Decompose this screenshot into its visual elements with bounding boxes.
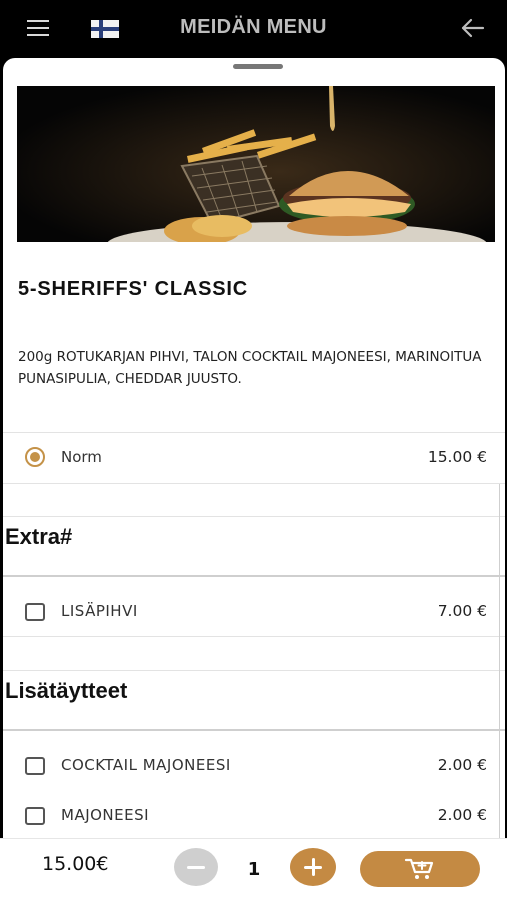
- product-description: 200g ROTUKARJAN PIHVI, TALON COCKTAIL MA…: [18, 349, 482, 387]
- size-option-label: Norm: [61, 448, 102, 466]
- extra-option-lisapihvi[interactable]: LISÄPIHVI 7.00 €: [3, 588, 501, 636]
- divider: [3, 483, 505, 484]
- product-title: 5-SHERIFFS' CLASSIC: [18, 278, 248, 300]
- arrow-left-icon[interactable]: [458, 15, 488, 41]
- top-bar: MEIDÄN MENU: [0, 0, 507, 58]
- plus-icon[interactable]: [290, 848, 336, 886]
- section-divider: [3, 729, 505, 731]
- add-to-cart-icon: [404, 858, 434, 879]
- total-price: 15.00€: [42, 853, 109, 875]
- topping-option-majoneesi[interactable]: MAJONEESI 2.00 €: [3, 792, 501, 840]
- section-title-extra: Extra#: [5, 524, 73, 549]
- section-title-lisataytteet: Lisätäytteet: [5, 678, 128, 703]
- extra-option-price: 7.00 €: [437, 602, 487, 620]
- topping-option-cocktail-majoneesi[interactable]: COCKTAIL MAJONEESI 2.00 €: [3, 742, 501, 790]
- extra-option-label: LISÄPIHVI: [61, 602, 138, 620]
- topping-option-price: 2.00 €: [437, 806, 487, 824]
- size-option-norm[interactable]: Norm 15.00 €: [3, 434, 501, 482]
- add-to-cart-button[interactable]: [360, 851, 480, 887]
- product-detail-sheet: 5-SHERIFFS' CLASSIC 200g ROTUKARJAN PIHV…: [3, 58, 505, 900]
- drag-handle[interactable]: [233, 64, 283, 69]
- divider: [3, 636, 505, 637]
- topping-option-label: COCKTAIL MAJONEESI: [61, 756, 231, 774]
- checkbox-icon[interactable]: [25, 757, 45, 775]
- minus-icon[interactable]: [174, 848, 218, 886]
- topping-option-price: 2.00 €: [437, 756, 487, 774]
- size-option-price: 15.00 €: [427, 448, 487, 466]
- checkbox-icon[interactable]: [25, 603, 45, 621]
- order-bar: 15.00€ 1: [0, 838, 507, 901]
- divider: [3, 516, 505, 517]
- quantity-value: 1: [247, 859, 261, 880]
- divider: [3, 432, 505, 433]
- scrollbar[interactable]: [499, 484, 500, 894]
- checkbox-icon[interactable]: [25, 807, 45, 825]
- burger-and-fries-photo: [17, 86, 495, 242]
- radio-selected-icon[interactable]: [25, 447, 45, 467]
- topping-option-label: MAJONEESI: [61, 806, 150, 824]
- divider: [3, 670, 505, 671]
- section-divider: [3, 575, 505, 577]
- page-title: MEIDÄN MENU: [180, 16, 327, 38]
